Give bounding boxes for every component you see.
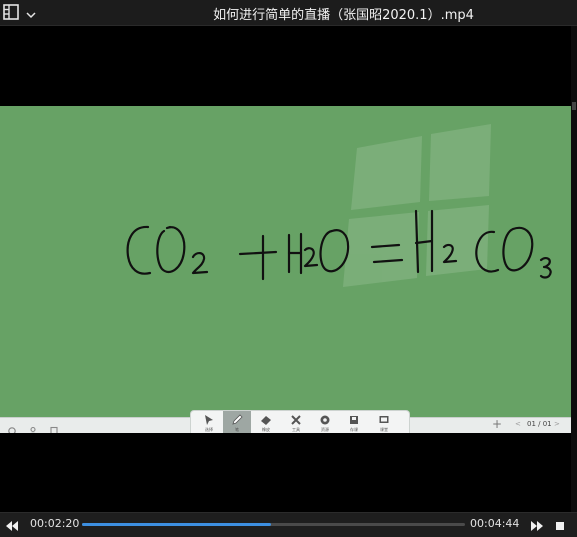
page-icon[interactable] [49,421,59,436]
fast-forward-icon [531,521,543,531]
progress-bar[interactable] [82,523,465,526]
stop-icon [556,522,564,530]
tool-save[interactable]: 存课 [340,411,368,434]
chevron-down-icon[interactable] [25,6,37,19]
classroom-icon [379,416,389,423]
playlist-menu-icon[interactable] [3,4,19,20]
window-title: 如何进行简单的直播（张国昭2020.1）.mp4 [213,8,474,23]
whiteboard-canvas [0,106,571,417]
rewind-button[interactable] [5,518,19,532]
total-time: 00:04:44 [470,517,520,530]
tool-select[interactable]: 选择 [195,411,223,434]
progress-fill [82,523,271,526]
fast-forward-button[interactable] [530,518,544,532]
tool-tools[interactable]: 工具 [282,411,310,434]
settings-icon[interactable] [7,421,17,435]
tool-eraser[interactable]: 橡皮 [252,411,280,434]
rewind-icon [6,521,18,531]
tool-classroom[interactable]: 课堂 [370,411,398,434]
current-time: 00:02:20 [30,517,80,530]
pen-icon [232,414,243,425]
tool-dock: 选择 笔 橡皮 工具 资源 存课 课堂 [190,410,410,434]
video-letterbox-top [0,26,571,106]
video-letterbox-bottom [0,433,571,512]
add-page-button[interactable]: + [492,417,502,432]
tools-icon [291,415,301,425]
player-controls: 00:02:20 00:04:44 [0,512,577,537]
resource-icon [320,415,330,425]
tool-pen[interactable]: 笔 [223,411,251,434]
side-scrollbar[interactable] [571,26,577,512]
prev-page-button[interactable]: < [515,420,521,428]
cursor-icon [205,415,213,425]
title-bar: 如何进行简单的直播（张国昭2020.1）.mp4 [0,0,577,26]
save-icon [350,416,358,424]
tool-resource[interactable]: 资源 [311,411,339,434]
user-icon[interactable] [28,421,38,436]
eraser-icon [261,416,271,425]
page-navigator: + < 01 / 01 > [477,417,577,433]
next-page-button[interactable]: > [554,420,560,428]
stop-button[interactable] [553,518,567,532]
page-count: 01 / 01 [527,420,552,428]
